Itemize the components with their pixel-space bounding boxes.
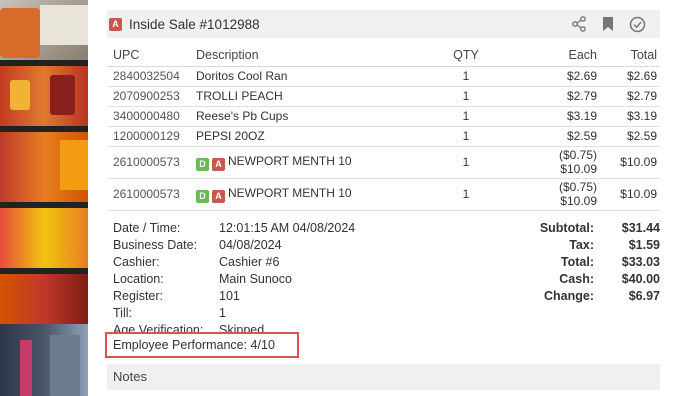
bookmark-icon[interactable] [599,15,617,33]
cell-upc: 2840032504 [107,66,196,87]
totals-label: Cash: [559,272,594,286]
each-price: $10.09 [560,194,597,208]
info-row-cashier: Cashier: Cashier #6 [113,254,355,271]
info-value: 101 [219,289,240,303]
cell-each: $2.69 [501,66,599,87]
info-value: Main Sunoco [219,272,292,286]
age-badge: A [212,157,225,171]
totals-value: $40.00 [621,272,660,286]
info-row-location: Location: Main Sunoco [113,271,355,288]
sale-type-badge: A [109,17,122,31]
totals-row-tax: Tax: $1.59 [504,237,660,254]
cell-each: $2.79 [501,86,599,107]
info-value: 12:01:15 AM 04/08/2024 [219,221,356,235]
totals-summary: Subtotal: $31.44 Tax: $1.59 Total: $33.03 C… [504,220,660,305]
cell-total: $2.69 [599,66,660,87]
table-row: 2070900253 TROLLI PEACH 1 $2.79 $2.79 [107,86,660,107]
column-header-qty: QTY [431,44,501,67]
info-value: Cashier #6 [219,255,280,269]
each-discount: ($0.75) [558,180,597,194]
totals-value: $6.97 [628,289,660,303]
totals-label: Total: [560,255,594,269]
cell-each: $2.59 [501,126,599,147]
cell-upc: 1200000129 [107,126,196,147]
cell-upc: 2610000573 [107,146,196,179]
transaction-panel: A Inside Sale #1012988 UPC Description Q… [105,0,660,396]
info-label: Register: [113,289,164,303]
totals-value: $1.59 [628,238,660,252]
cell-total: $10.09 [599,178,660,211]
info-label: Date / Time: [113,221,181,235]
table-header-row: UPC Description QTY Each Total [107,44,660,67]
cell-total: $2.79 [599,86,660,107]
item-name: NEWPORT MENTH 10 [228,185,352,200]
info-label: Business Date: [113,238,198,252]
cell-qty: 1 [431,66,501,87]
table-row: 2840032504 Doritos Cool Ran 1 $2.69 $2.6… [107,66,660,87]
cell-total: $2.59 [599,126,660,147]
cell-qty: 1 [431,178,501,211]
totals-value: $31.44 [621,221,660,235]
line-items-table: UPC Description QTY Each Total 284003250… [107,44,660,211]
table-row: 2610000573 D A NEWPORT MENTH 10 1 ($0.75) $… [107,146,660,179]
cell-description: D A NEWPORT MENTH 10 [196,178,431,211]
totals-label: Change: [544,289,594,303]
totals-row-change: Change: $6.97 [504,288,660,305]
info-value: 04/08/2024 [219,238,282,252]
info-value: 1 [219,306,226,320]
column-header-each: Each [501,44,599,67]
info-row-register: Register: 101 [113,288,355,305]
each-price: $10.09 [560,162,597,176]
cell-upc: 3400000480 [107,106,196,127]
info-row-business-date: Business Date: 04/08/2024 [113,237,355,254]
info-row-till: Till: 1 [113,305,355,322]
totals-row-total: Total: $33.03 [504,254,660,271]
transaction-title: Inside Sale #1012988 [129,16,260,32]
column-header-total: Total [599,44,660,67]
cell-qty: 1 [431,86,501,107]
discount-badge: D [196,157,209,171]
column-header-description: Description [196,44,431,67]
table-row: 1200000129 PEPSI 20OZ 1 $2.59 $2.59 [107,126,660,147]
cell-description: Reese's Pb Cups [196,106,431,127]
info-label: Cashier: [113,255,160,269]
totals-label: Tax: [569,238,594,252]
cell-description: Doritos Cool Ran [196,66,431,87]
table-row: 2610000573 D A NEWPORT MENTH 10 1 ($0.75) $… [107,178,660,211]
transaction-info: Date / Time: 12:01:15 AM 04/08/2024 Busin… [113,220,355,339]
cell-each: $3.19 [501,106,599,127]
age-badge: A [212,189,225,203]
employee-performance-highlight: Employee Performance: 4/10 [105,332,299,358]
cell-qty: 1 [431,106,501,127]
totals-value: $33.03 [621,255,660,269]
totals-row-subtotal: Subtotal: $31.44 [504,220,660,237]
cell-upc: 2070900253 [107,86,196,107]
each-discount: ($0.75) [558,148,597,162]
cell-description: PEPSI 20OZ [196,126,431,147]
cell-qty: 1 [431,146,501,179]
column-header-upc: UPC [107,44,196,67]
check-circle-icon[interactable] [628,15,646,33]
cell-description: D A NEWPORT MENTH 10 [196,146,431,179]
cell-total: $10.09 [599,146,660,179]
camera-thumbnail [0,0,88,396]
cell-each: ($0.75) $10.09 [501,178,599,211]
info-label: Till: [113,306,132,320]
share-icon[interactable] [570,15,588,33]
totals-label: Subtotal: [539,221,594,235]
transaction-header: A Inside Sale #1012988 [107,10,660,38]
notes-section[interactable]: Notes [107,364,660,390]
totals-row-cash: Cash: $40.00 [504,271,660,288]
cell-each: ($0.75) $10.09 [501,146,599,179]
discount-badge: D [196,189,209,203]
cell-total: $3.19 [599,106,660,127]
info-label: Location: [113,272,164,286]
cell-upc: 2610000573 [107,178,196,211]
cell-description: TROLLI PEACH [196,86,431,107]
cell-qty: 1 [431,126,501,147]
table-row: 3400000480 Reese's Pb Cups 1 $3.19 $3.19 [107,106,660,127]
info-row-datetime: Date / Time: 12:01:15 AM 04/08/2024 [113,220,355,237]
item-name: NEWPORT MENTH 10 [228,153,352,168]
